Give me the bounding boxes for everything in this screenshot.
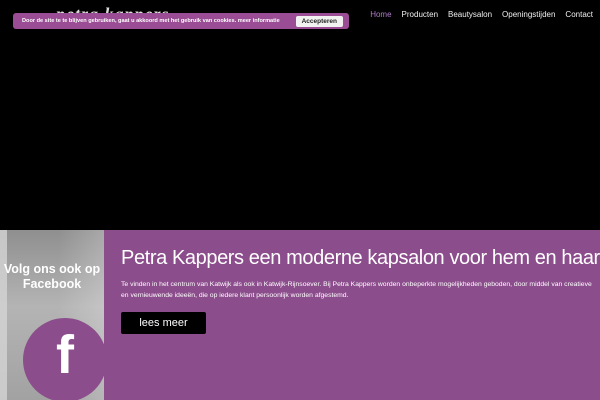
nav-item-producten[interactable]: Producten xyxy=(402,10,438,19)
facebook-f-glyph: f xyxy=(56,325,74,385)
hero-banner: petra kappers Home Producten Beautysalon… xyxy=(0,0,600,230)
nav-item-beautysalon[interactable]: Beautysalon xyxy=(448,10,492,19)
read-more-button[interactable]: lees meer xyxy=(121,312,206,334)
nav-item-openingstijden[interactable]: Openingstijden xyxy=(502,10,555,19)
cookie-text: Door de site te te blijven gebruiken, ga… xyxy=(22,18,237,24)
page-title: Petra Kappers een moderne kapsalon voor … xyxy=(121,247,600,269)
nav-item-contact[interactable]: Contact xyxy=(565,10,593,19)
cookie-more-info-link[interactable]: meer informatie xyxy=(238,18,280,24)
cookie-bar: Door de site te te blijven gebruiken, ga… xyxy=(13,13,349,29)
cookie-accept-button[interactable]: Accepteren xyxy=(295,15,343,27)
facebook-follow-text[interactable]: Volg ons ook op Facebook xyxy=(0,262,104,292)
facebook-icon[interactable]: f xyxy=(23,318,107,400)
main-nav: Home Producten Beautysalon Openingstijde… xyxy=(370,10,593,19)
intro-section: Petra Kappers een moderne kapsalon voor … xyxy=(104,230,600,400)
intro-description: Te vinden in het centrum van Katwijk als… xyxy=(121,281,592,299)
panel-edge-strip xyxy=(0,230,7,400)
nav-item-home[interactable]: Home xyxy=(370,10,391,19)
cookie-text-wrap: Door de site te te blijven gebruiken, ga… xyxy=(22,18,296,24)
